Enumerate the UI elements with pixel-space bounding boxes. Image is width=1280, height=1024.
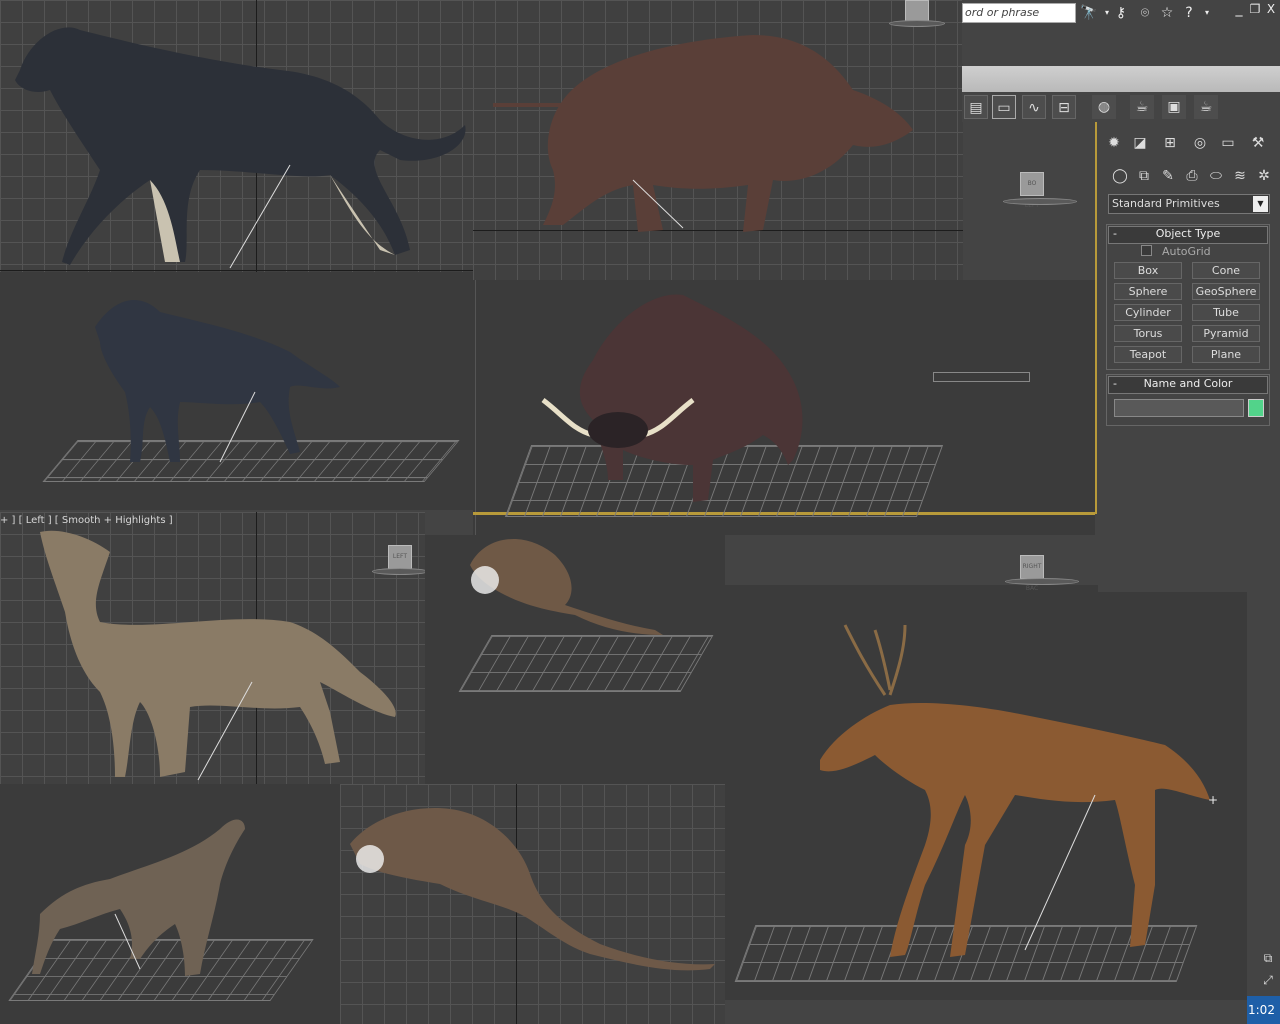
systems-icon[interactable]: ✲ — [1254, 166, 1274, 186]
viewport-wolf-howl-perspective[interactable] — [0, 784, 340, 1024]
search-input[interactable]: ord or phrase — [962, 3, 1076, 23]
close-button[interactable]: X — [1262, 0, 1280, 18]
viewport-wolf-perspective[interactable] — [0, 272, 473, 510]
binoculars-icon[interactable]: 🔭 — [1080, 4, 1098, 22]
boar-model — [493, 35, 913, 232]
hierarchy-tab-icon[interactable]: ⊞ — [1160, 133, 1180, 153]
collapse-icon[interactable]: - — [1113, 377, 1117, 391]
torus-button[interactable]: Torus — [1114, 325, 1182, 342]
viewcube[interactable]: BO LEFT — [1020, 172, 1044, 209]
zoom-extents-icon[interactable]: ⧉ — [1258, 948, 1278, 968]
rat-model — [350, 808, 715, 971]
display-tab-icon[interactable]: ▭ — [1218, 133, 1238, 153]
shapes-icon[interactable]: ⧉ — [1134, 166, 1154, 186]
sphere-button[interactable]: Sphere — [1114, 283, 1182, 300]
geosphere-button[interactable]: GeoSphere — [1192, 283, 1260, 300]
maximize-viewport-icon[interactable]: ⤢ — [1258, 970, 1278, 990]
pyramid-button[interactable]: Pyramid — [1192, 325, 1260, 342]
viewport-wolf-walk-side[interactable] — [0, 0, 473, 272]
render-teapot-button[interactable]: ☕ — [1194, 95, 1218, 119]
autogrid-label: AutoGrid — [1162, 245, 1211, 258]
geometry-icon[interactable]: ◯ — [1110, 166, 1130, 186]
chevron-down-icon[interactable]: ▼ — [1253, 196, 1268, 212]
viewport-boar-perspective[interactable] — [473, 280, 1095, 535]
main-toolbar: ▤ ▭ ∿ ⊟ ◍ ☕ ▣ ☕ — [962, 92, 1280, 122]
cylinder-button[interactable]: Cylinder — [1114, 304, 1182, 321]
viewcube-ring[interactable] — [1005, 578, 1079, 585]
primitive-category-select[interactable]: Standard Primitives ▼ — [1108, 194, 1270, 214]
object-type-title: Object Type — [1155, 227, 1221, 240]
name-and-color-header[interactable]: - Name and Color — [1108, 376, 1268, 394]
viewcube[interactable]: RIGHT BAC — [1020, 555, 1044, 592]
key-icon[interactable]: ⚷ — [1112, 4, 1130, 22]
utilities-tab-icon[interactable]: ⚒ — [1248, 133, 1268, 153]
curve-editor-button[interactable]: ∿ — [1022, 95, 1046, 119]
ground-grid — [933, 372, 1030, 382]
object-name-field[interactable] — [1114, 399, 1244, 417]
modify-tab-icon[interactable]: ◪ — [1130, 133, 1150, 153]
viewport-rat-side[interactable] — [340, 784, 725, 1024]
name-and-color-title: Name and Color — [1143, 377, 1233, 390]
collapse-icon[interactable]: - — [1113, 227, 1117, 241]
chevron-down-icon[interactable]: ▾ — [1198, 4, 1216, 22]
svg-text:+: + — [1208, 793, 1218, 807]
wolf-model — [40, 530, 396, 781]
viewcube-ring[interactable] — [1003, 198, 1077, 205]
lights-icon[interactable]: ✎ — [1158, 166, 1178, 186]
rat-model — [470, 538, 663, 635]
wolf-model — [32, 819, 245, 976]
cameras-icon[interactable]: ⎙ — [1182, 166, 1202, 186]
teapot-button[interactable]: Teapot — [1114, 346, 1182, 363]
autogrid-checkbox[interactable] — [1141, 245, 1152, 256]
star-icon[interactable]: ☆ — [1158, 4, 1176, 22]
deer-model: + — [820, 624, 1218, 957]
render-setup-button[interactable]: ☕ — [1130, 95, 1154, 119]
box-button[interactable]: Box — [1114, 262, 1182, 279]
viewcube-ring[interactable] — [889, 20, 945, 27]
clock-display: 1:02 — [1247, 996, 1280, 1024]
viewport-rat-perspective[interactable] — [425, 535, 725, 785]
layer-manager-button[interactable]: ▤ — [964, 95, 988, 119]
helpers-icon[interactable]: ⬭ — [1206, 166, 1226, 186]
viewport-border — [1095, 122, 1097, 514]
schematic-view-button[interactable]: ⊟ — [1052, 95, 1076, 119]
primitive-category-value: Standard Primitives — [1112, 197, 1220, 210]
satellite-icon[interactable]: ⌾ — [1136, 4, 1154, 22]
viewcube-ring[interactable] — [372, 568, 425, 575]
create-tab-icon[interactable]: ✹ — [1104, 133, 1124, 153]
wolf-model — [95, 300, 340, 463]
motion-tab-icon[interactable]: ◎ — [1190, 133, 1210, 153]
boar-model — [541, 294, 803, 502]
wolf-model — [15, 27, 466, 269]
viewport-deer-perspective[interactable]: + — [725, 585, 1247, 1000]
viewport-wolf-howl-left[interactable]: + ] [ Left ] [ Smooth + Highlights ] LEF… — [0, 512, 425, 784]
help-icon[interactable]: ? — [1180, 4, 1198, 22]
cone-button[interactable]: Cone — [1192, 262, 1260, 279]
ribbon-bar — [962, 66, 1280, 93]
object-color-swatch[interactable] — [1248, 399, 1264, 417]
rendered-frame-button[interactable]: ▣ — [1162, 95, 1186, 119]
plane-button[interactable]: Plane — [1192, 346, 1260, 363]
viewcube[interactable]: LEFT — [388, 545, 412, 569]
viewport-boar-side[interactable] — [473, 0, 963, 280]
material-editor-button[interactable]: ◍ — [1092, 95, 1116, 119]
tube-button[interactable]: Tube — [1192, 304, 1260, 321]
scene-explorer-button[interactable]: ▭ — [992, 95, 1016, 119]
object-type-header[interactable]: - Object Type — [1108, 226, 1268, 244]
space-warps-icon[interactable]: ≋ — [1230, 166, 1250, 186]
